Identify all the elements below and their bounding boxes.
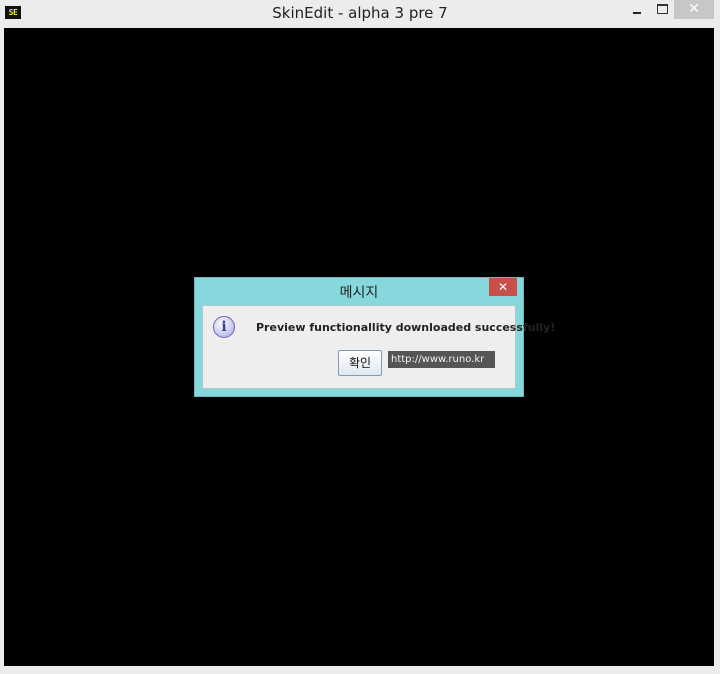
dialog-message: Preview functionallity downloaded succes… — [256, 321, 556, 334]
ok-button[interactable]: 확인 — [338, 350, 382, 376]
url-watermark: http://www.runo.kr — [388, 351, 495, 368]
main-window: SE SkinEdit - alpha 3 pre 7 ✕ 메시지 ✕ i Pr… — [0, 0, 720, 674]
dialog-title: 메시지 — [339, 285, 379, 301]
title-bar[interactable]: SE SkinEdit - alpha 3 pre 7 ✕ — [0, 0, 720, 28]
info-icon: i — [213, 316, 235, 338]
dialog-body: i Preview functionallity downloaded succ… — [202, 305, 555, 389]
message-dialog: 메시지 ✕ i Preview functionallity downloade… — [194, 277, 555, 397]
app-icon[interactable]: SE — [5, 6, 21, 19]
maximize-button[interactable] — [650, 0, 676, 20]
minimize-button[interactable] — [624, 0, 650, 20]
window-title: SkinEdit - alpha 3 pre 7 — [272, 4, 448, 22]
dialog-close-button[interactable]: ✕ — [489, 278, 517, 296]
close-button[interactable]: ✕ — [674, 0, 714, 19]
